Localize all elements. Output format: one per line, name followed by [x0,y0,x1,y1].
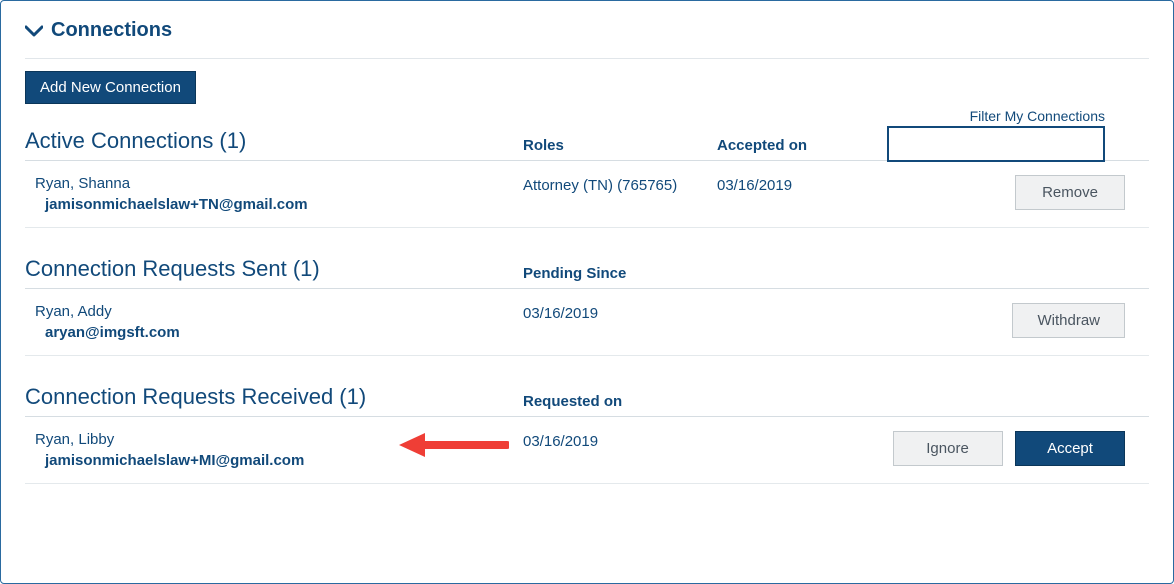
ignore-button[interactable]: Ignore [893,431,1003,466]
filter-wrap: Filter My Connections [887,108,1105,162]
divider [25,58,1149,59]
add-new-connection-button[interactable]: Add New Connection [25,71,196,104]
spacer [717,431,887,433]
person-cell: Ryan, Shanna jamisonmichaelslaw+TN@gmail… [35,175,523,213]
person-name: Ryan, Shanna [35,175,523,192]
accept-button[interactable]: Accept [1015,431,1125,466]
actions-cell: Remove [887,175,1149,210]
pending-since-column-header: Pending Since [523,265,717,282]
connections-panel: Connections Add New Connection Active Co… [0,0,1174,584]
chevron-down-icon [25,24,43,38]
requested-on-column-header: Requested on [523,393,717,410]
person-cell: Ryan, Libby jamisonmichaelslaw+MI@gmail.… [35,431,523,469]
table-row: Ryan, Libby jamisonmichaelslaw+MI@gmail.… [25,417,1149,483]
date-cell: 03/16/2019 [523,431,717,450]
panel-title: Connections [51,19,172,42]
filter-label: Filter My Connections [887,108,1105,124]
table-row: Ryan, Addy aryan@imgsft.com 03/16/2019 W… [25,289,1149,355]
withdraw-button[interactable]: Withdraw [1012,303,1125,338]
table-row: Ryan, Shanna jamisonmichaelslaw+TN@gmail… [25,161,1149,227]
panel-header[interactable]: Connections [25,19,1149,42]
received-section-header-row: Connection Requests Received (1) Request… [25,384,1149,410]
person-email: jamisonmichaelslaw+MI@gmail.com [45,452,523,469]
active-section-header-row: Active Connections (1) Roles Accepted on… [25,128,1149,154]
remove-button[interactable]: Remove [1015,175,1125,210]
person-name: Ryan, Libby [35,431,523,448]
sent-section-title: Connection Requests Sent (1) [25,256,523,282]
received-section-title: Connection Requests Received (1) [25,384,523,410]
divider [25,227,1149,228]
requests-received-section: Connection Requests Received (1) Request… [25,384,1149,484]
divider [25,355,1149,356]
roles-column-header: Roles [523,137,717,154]
date-cell: 03/16/2019 [523,303,717,322]
active-section-title: Active Connections (1) [25,128,523,154]
filter-input[interactable] [887,126,1105,162]
actions-cell: Ignore Accept [887,431,1149,466]
divider [25,483,1149,484]
accepted-on-column-header: Accepted on [717,137,887,154]
requests-sent-section: Connection Requests Sent (1) Pending Sin… [25,256,1149,356]
person-cell: Ryan, Addy aryan@imgsft.com [35,303,523,341]
person-email: aryan@imgsft.com [45,324,523,341]
active-connections-section: Active Connections (1) Roles Accepted on… [25,128,1149,228]
date-cell: 03/16/2019 [717,175,887,194]
person-name: Ryan, Addy [35,303,523,320]
spacer [717,303,887,305]
sent-section-header-row: Connection Requests Sent (1) Pending Sin… [25,256,1149,282]
person-email: jamisonmichaelslaw+TN@gmail.com [45,196,523,213]
actions-cell: Withdraw [887,303,1149,338]
roles-cell: Attorney (TN) (765765) [523,175,717,194]
